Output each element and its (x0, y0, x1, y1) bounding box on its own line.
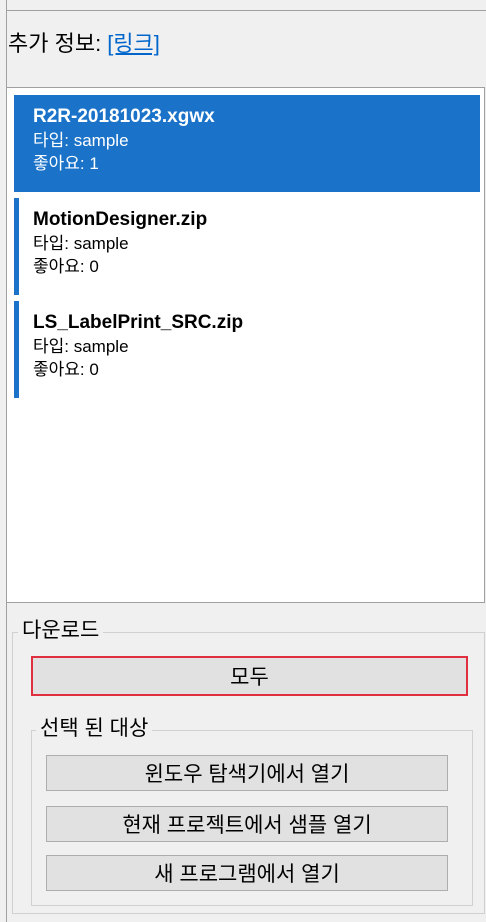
open-sample-in-current-project-button[interactable]: 현재 프로젝트에서 샘플 열기 (46, 806, 448, 842)
sample-list-item[interactable]: MotionDesigner.zip 타입: sample 좋아요: 0 (14, 198, 480, 295)
sample-name: R2R-20181023.xgwx (33, 106, 215, 127)
download-all-button[interactable]: 모두 (31, 656, 468, 696)
sample-type: 타입: sample (33, 234, 129, 253)
sample-likes: 좋아요: 0 (33, 360, 99, 379)
selected-target-group-label: 선택 된 대상 (36, 716, 153, 742)
additional-info-link[interactable]: [링크] (107, 26, 160, 58)
open-in-explorer-button[interactable]: 윈도우 탐색기에서 열기 (46, 755, 448, 791)
sample-type: 타입: sample (33, 337, 129, 356)
sample-type: 타입: sample (33, 131, 129, 150)
sample-likes: 좋아요: 1 (33, 154, 99, 173)
download-group-label: 다운로드 (18, 618, 104, 644)
sample-list-item[interactable]: LS_LabelPrint_SRC.zip 타입: sample 좋아요: 0 (14, 301, 480, 398)
sample-name: LS_LabelPrint_SRC.zip (33, 312, 244, 333)
sample-list[interactable]: R2R-20181023.xgwx 타입: sample 좋아요: 1 Moti… (6, 87, 485, 603)
additional-info-label: 추가 정보: (8, 31, 102, 56)
sample-likes: 좋아요: 0 (33, 257, 99, 276)
open-in-new-program-button[interactable]: 새 프로그램에서 열기 (46, 855, 448, 891)
sample-name: MotionDesigner.zip (33, 209, 208, 230)
sample-list-item[interactable]: R2R-20181023.xgwx 타입: sample 좋아요: 1 (14, 95, 480, 192)
additional-info-bar: 추가 정보: [링크] (6, 10, 486, 73)
